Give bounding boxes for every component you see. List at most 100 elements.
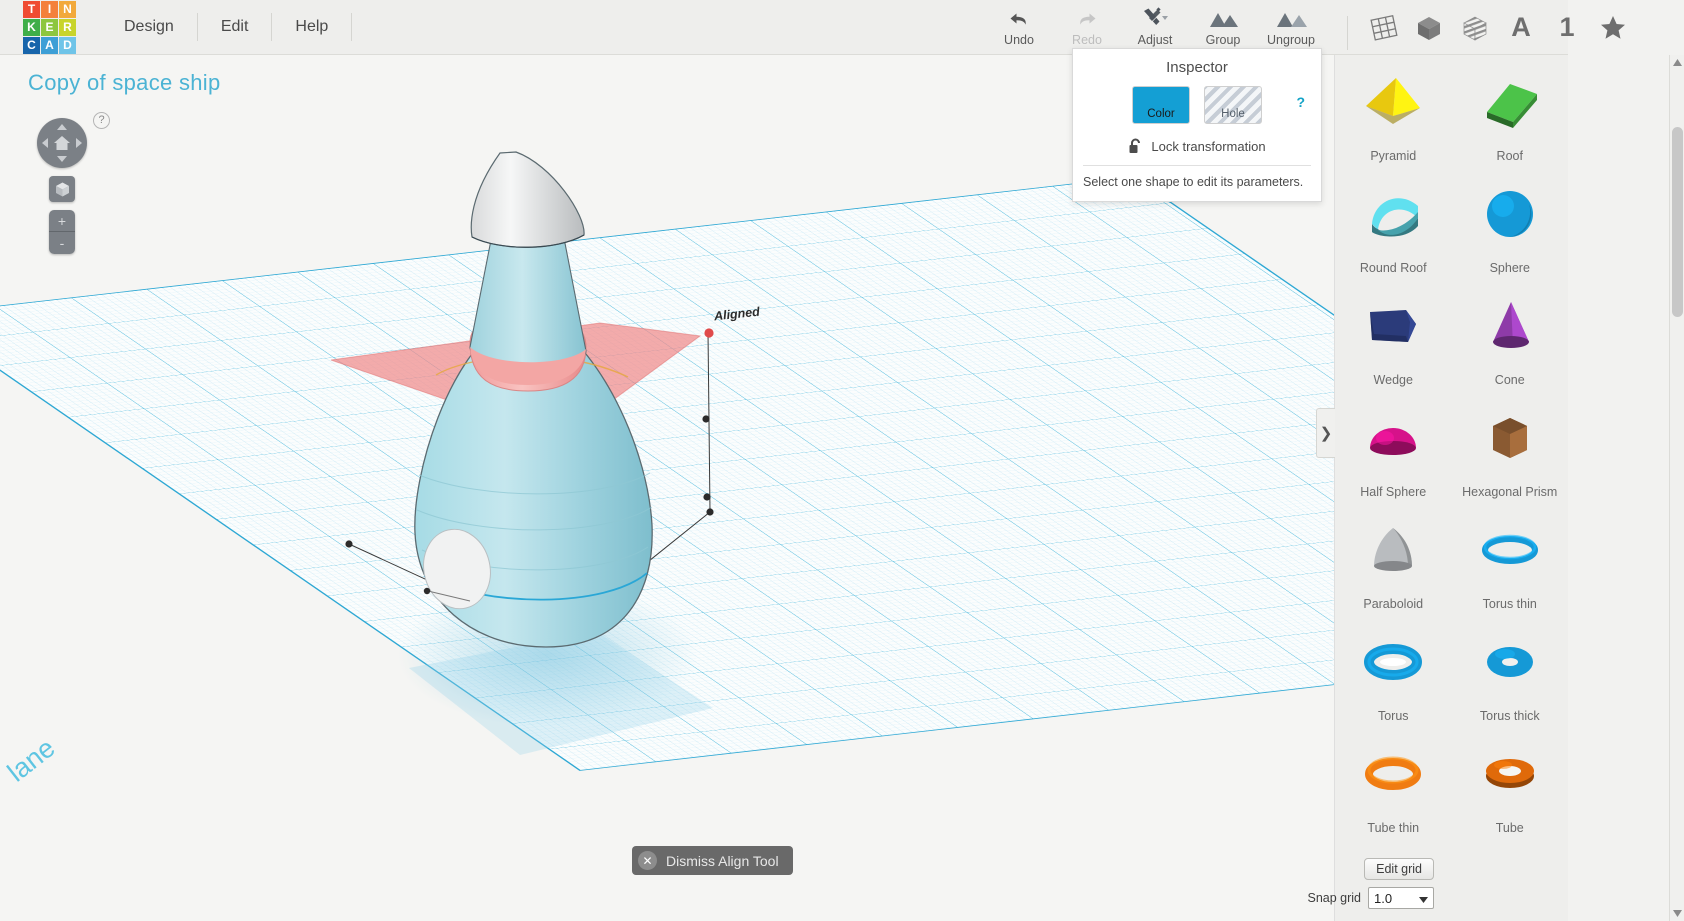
home-view-icon[interactable] xyxy=(52,133,72,153)
adjust-label: Adjust xyxy=(1137,33,1173,47)
ungroup-icon xyxy=(1275,6,1307,32)
logo-tile-e: E xyxy=(41,18,58,36)
lock-transformation-label: Lock transformation xyxy=(1151,139,1266,154)
redo-button[interactable]: Redo xyxy=(1053,0,1121,55)
logo-tile-c: C xyxy=(23,36,40,54)
cone-icon xyxy=(1452,283,1569,371)
logo-tile-i: I xyxy=(41,0,58,18)
orbit-right-icon[interactable] xyxy=(76,138,82,148)
zoom-in-button[interactable]: + xyxy=(49,210,75,232)
logo-tile-k: K xyxy=(23,18,40,36)
shape-item-wedge[interactable]: Wedge xyxy=(1335,283,1452,395)
zoom-out-button[interactable]: - xyxy=(49,232,75,254)
adjust-icon xyxy=(1140,6,1170,32)
menu-help[interactable]: Help xyxy=(272,13,353,41)
unlock-icon xyxy=(1128,138,1143,155)
shape-item-tube[interactable]: Tube xyxy=(1452,731,1569,843)
shape-label: Torus thick xyxy=(1479,709,1540,723)
view-tools-cluster: A 1 xyxy=(1335,0,1636,55)
text-tool-icon[interactable]: A xyxy=(1498,0,1544,55)
shapes-panel: Pyramid Roof Round Roof Sphere Wedge Con… xyxy=(1334,55,1568,921)
shape-label: Sphere xyxy=(1489,261,1530,275)
solid-cube-icon[interactable] xyxy=(1406,0,1452,55)
view-cube-button[interactable] xyxy=(49,176,75,202)
roundroof-icon xyxy=(1335,171,1452,259)
shape-item-torus-thin[interactable]: Torus thin xyxy=(1452,507,1569,619)
shape-item-paraboloid[interactable]: Paraboloid xyxy=(1335,507,1452,619)
roof-icon xyxy=(1452,59,1569,147)
undo-button[interactable]: Undo xyxy=(985,0,1053,55)
scrollbar-thumb[interactable] xyxy=(1672,127,1683,317)
menu-edit[interactable]: Edit xyxy=(198,13,273,41)
shape-item-tube-thin[interactable]: Tube thin xyxy=(1335,731,1452,843)
inspector-swatches: Color Hole ? xyxy=(1073,82,1321,130)
hexprism-icon xyxy=(1452,395,1569,483)
lock-transformation-row[interactable]: Lock transformation xyxy=(1073,130,1321,165)
dismiss-align-tool-button[interactable]: ✕ Dismiss Align Tool xyxy=(632,846,793,875)
snap-grid-select[interactable]: 1.0 xyxy=(1368,887,1434,909)
shape-item-pyramid[interactable]: Pyramid xyxy=(1335,59,1452,171)
grid-controls: Edit grid Snap grid 1.0 xyxy=(1307,858,1434,909)
shape-label: Half Sphere xyxy=(1360,485,1427,499)
shape-label: Hexagonal Prism xyxy=(1462,485,1558,499)
number-tool-icon[interactable]: 1 xyxy=(1544,0,1590,55)
tinkercad-logo[interactable]: TIN KER CAD xyxy=(23,0,79,55)
color-swatch[interactable]: Color xyxy=(1132,86,1190,124)
shape-label: Tube xyxy=(1495,821,1524,835)
shapes-panel-scrollbar[interactable] xyxy=(1669,55,1684,921)
nav-help-icon[interactable]: ? xyxy=(93,112,110,129)
shape-item-round-roof[interactable]: Round Roof xyxy=(1335,171,1452,283)
page-title[interactable]: Copy of space ship xyxy=(28,70,221,96)
shape-item-roof[interactable]: Roof xyxy=(1452,59,1569,171)
torus-icon xyxy=(1335,619,1452,707)
view-orbit-pad[interactable]: ? xyxy=(37,112,110,168)
group-button[interactable]: Group xyxy=(1189,0,1257,55)
shape-label: Tube thin xyxy=(1367,821,1420,835)
tinkercad-app: TINKERCAD Design Edit Help Undo Redo Adj… xyxy=(0,0,1684,921)
shape-item-torus[interactable]: Torus xyxy=(1335,619,1452,731)
workplane-grid-icon[interactable] xyxy=(1360,0,1406,55)
logo-tile-d: D xyxy=(59,36,76,54)
orbit-up-icon[interactable] xyxy=(57,124,67,130)
halfsphere-icon xyxy=(1335,395,1452,483)
shape-label: Torus xyxy=(1377,709,1409,723)
shape-item-cone[interactable]: Cone xyxy=(1452,283,1569,395)
hole-cube-icon[interactable] xyxy=(1452,0,1498,55)
ungroup-label: Ungroup xyxy=(1267,33,1315,47)
scroll-down-icon[interactable] xyxy=(1670,906,1684,921)
shape-label: Torus thin xyxy=(1482,597,1537,611)
favorites-star-icon[interactable] xyxy=(1590,0,1636,55)
hole-swatch-label: Hole xyxy=(1221,108,1245,120)
menu-design[interactable]: Design xyxy=(101,13,198,41)
edit-grid-button[interactable]: Edit grid xyxy=(1364,858,1434,880)
shape-item-sphere[interactable]: Sphere xyxy=(1452,171,1569,283)
pyramid-icon xyxy=(1335,59,1452,147)
shape-label: Round Roof xyxy=(1359,261,1427,275)
inspector-title: Inspector xyxy=(1166,59,1228,76)
shapes-grid: Pyramid Roof Round Roof Sphere Wedge Con… xyxy=(1335,55,1568,843)
menu-bar: Design Edit Help xyxy=(101,0,353,54)
adjust-button[interactable]: Adjust xyxy=(1121,0,1189,55)
collapse-panel-button[interactable]: ❯ xyxy=(1316,408,1335,458)
group-icon xyxy=(1207,6,1239,32)
shape-item-hexagonal-prism[interactable]: Hexagonal Prism xyxy=(1452,395,1569,507)
dismiss-align-label: Dismiss Align Tool xyxy=(666,852,779,869)
shape-label: Roof xyxy=(1496,149,1523,163)
hole-swatch[interactable]: Hole xyxy=(1204,86,1262,124)
ungroup-button[interactable]: Ungroup xyxy=(1257,0,1325,55)
paraboloid-icon xyxy=(1335,507,1452,595)
scroll-up-icon[interactable] xyxy=(1670,55,1684,70)
edit-tool-group: Undo Redo Adjust Group Ungroup xyxy=(985,0,1325,55)
logo-tile-t: T xyxy=(23,0,40,18)
snap-grid-label: Snap grid xyxy=(1307,891,1361,905)
undo-icon xyxy=(1007,6,1031,32)
orbit-left-icon[interactable] xyxy=(42,138,48,148)
shape-label: Pyramid xyxy=(1370,149,1417,163)
close-icon: ✕ xyxy=(638,851,657,870)
sphere-icon xyxy=(1452,171,1569,259)
orbit-down-icon[interactable] xyxy=(57,156,67,162)
inspector-help-icon[interactable]: ? xyxy=(1296,94,1305,110)
shape-item-torus-thick[interactable]: Torus thick xyxy=(1452,619,1569,731)
shape-label: Cone xyxy=(1494,373,1525,387)
shape-item-half-sphere[interactable]: Half Sphere xyxy=(1335,395,1452,507)
